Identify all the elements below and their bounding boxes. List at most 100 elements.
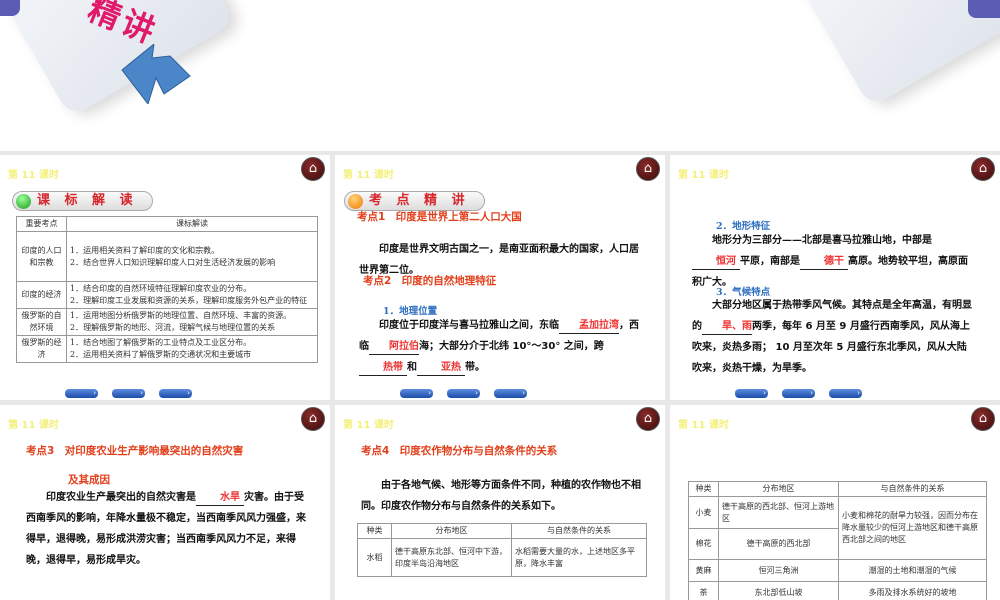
home-icon[interactable]: ⌂ [301,407,325,431]
detail-cell: 1．结合印度的自然环境特征理解印度农业的分布。 2．理解印度工业发展和资源的关系，… [66,281,318,309]
lesson-label: 第 11 课时 [678,170,729,181]
previous-slide-fragment: 精讲 [0,0,1000,151]
detail-item: 1．结合印度的自然环境特征理解印度农业的分布。 [70,284,252,293]
table-header: 种类 [688,481,719,497]
topic-cell: 俄罗斯的自然环境 [16,308,67,336]
relation-cell: 潮湿的土地和潮湿的气候 [838,559,987,582]
region-cell: 德干高原的西北部 [718,528,839,560]
key-point-4-heading: 考点4 印度农作物分布与自然条件的关系 [361,445,558,457]
topic-cell: 俄罗斯的经济 [16,335,67,363]
topic-cell: 印度的人口和宗教 [16,231,67,282]
detail-item: 2．理解印度工业发展和资源的关系，理解印度服务外包产业的特征 [70,296,308,305]
lesson-label: 第 11 课时 [678,420,729,431]
detail-item: 1．结合地图了解俄罗斯的工业特点及工业区分布。 [70,338,252,347]
detail-item: 1．运用地图分析俄罗斯的地理位置、自然环境、丰富的资源。 [70,311,292,320]
nav-button[interactable]: › [494,389,527,398]
back-arrow-icon[interactable] [120,42,192,106]
detail-item: 2．理解俄罗斯的地形、河流，理解气候与地理位置的关系 [70,323,276,332]
nav-button[interactable]: › [65,389,98,398]
crop-table: 种类 分布地区 与自然条件的关系 水稻 德干高原东北部、恒河中下游，印度半岛沿海地区水… [357,523,647,577]
crop-table: 种类 分布地区 与自然条件的关系 小麦 德干高原的西北部、恒河上游地区 小麦和棉花的耐旱… [688,481,987,600]
slide-4[interactable]: 第 11 课时 ⌂ 考点3 对印度农业生产影响最突出的自然灾害 及其成因 印度农… [0,405,330,600]
paragraph: 大部分地区属于热带季风气候。其特点是全年高温，有明显的 旱、雨两季，每年 6 月至… [692,295,974,379]
nav-button[interactable]: › [735,389,768,398]
section-badge: 课 标 解 读 [12,191,153,211]
text: 灾害。由于受西南季风的影响，年降水量极不稳定，当西南季风风力强盛，来得早，退得晚… [26,492,306,566]
answer-blank: 旱、雨 [702,320,752,335]
key-point-1-heading: 考点1 印度是世界上第二人口大国 [357,211,522,223]
lesson-label: 第 11 课时 [8,420,59,431]
region-cell: 德干高原的西北部、恒河上游地区 [718,496,839,529]
slide-1[interactable]: 第 11 课时 ⌂ 课 标 解 读 重要考点 课标解读 印度的人口和宗教 1．运用相… [0,155,330,400]
slide-nav: › › › [735,389,862,398]
paragraph: 印度位于印度洋与喜马拉雅山之间，东临 孟加拉湾，西临 阿拉伯海；大部分介于北纬 10… [359,315,641,378]
nav-button[interactable]: › [159,389,192,398]
key-point-3-heading-cont: 及其成因 [68,474,110,486]
badge-label: 课 标 解 读 [37,193,138,208]
orange-dot-icon [348,194,363,209]
table-header: 分布地区 [391,523,512,539]
nav-button[interactable]: › [400,389,433,398]
crop-cell: 茶 [688,581,719,600]
table-row: 俄罗斯的自然环境 1．运用地图分析俄罗斯的地理位置、自然环境、丰富的资源。 2．理解… [16,308,318,336]
answer-blank: 德干 [800,255,848,270]
detail-item: 1．运用相关资料了解印度的文化和宗教。 [70,245,220,255]
nav-button[interactable]: › [447,389,480,398]
crop-cell: 小麦 [688,496,719,529]
table-row: 黄麻 恒河三角洲 潮湿的土地和潮湿的气候 [688,559,987,582]
home-icon[interactable]: ⌂ [636,157,660,181]
slide-nav: › › › [400,389,527,398]
table-row: 水稻 德干高原东北部、恒河中下游，印度半岛沿海地区 水稻需要大量的水，上述地区多平原… [357,538,647,577]
paragraph: 由于各地气候、地形等方面条件不同，种植的农作物也不相同。印度农作物分布与自然条件… [361,480,641,512]
table-header: 课标解读 [66,216,318,232]
nav-button[interactable]: › [112,389,145,398]
curriculum-table: 重要考点 课标解读 印度的人口和宗教 1．运用相关资料了解印度的文化和宗教。 2．结合… [16,216,318,363]
detail-item: 2．结合世界人口知识理解印度人口对生活经济发展的影响 [70,257,276,267]
topic-cell: 印度的经济 [16,281,67,309]
slide-6[interactable]: 第 11 课时 ⌂ 种类 分布地区 与自然条件的关系 小麦 德干高原的西北部、恒河上游… [670,405,1000,600]
lesson-label: 第 11 课时 [8,170,59,181]
relation-cell: 多雨及排水系统好的坡地 [838,581,987,600]
green-dot-icon [16,194,31,209]
lesson-label: 第 11 课时 [343,170,394,181]
crop-cell: 棉花 [688,528,719,560]
nav-button[interactable]: › [782,389,815,398]
home-icon[interactable]: ⌂ [971,407,995,431]
region-cell: 德干高原东北部、恒河中下游，印度半岛沿海地区 [391,538,512,577]
home-icon[interactable]: ⌂ [971,157,995,181]
text: 平原，南部是 [740,256,800,267]
text: 地形分为三部分——北部是喜马拉雅山地，中部是 [712,235,932,246]
table-row: 茶东北部低山坡 多雨及排水系统好的坡地 [688,581,987,600]
region-cell: 东北部低山坡 [718,581,839,600]
region-cell: 恒河三角洲 [718,559,839,582]
nav-button[interactable]: › [829,389,862,398]
crop-cell: 黄麻 [688,559,719,582]
table-row: 印度的人口和宗教 1．运用相关资料了解印度的文化和宗教。 2．结合世界人口知识理解印… [16,231,318,282]
text: 印度位于印度洋与喜马拉雅山之间，东临 [379,320,559,331]
slide-3[interactable]: 第 11 课时 ⌂ 2．地形特征 地形分为三部分——北部是喜马拉雅山地，中部是恒… [670,155,1000,400]
text: 海；大部分介于北纬 10°～30° 之间，跨 [419,341,604,352]
answer-blank: 阿拉伯 [369,340,419,355]
lesson-label: 第 11 课时 [343,420,394,431]
answer-blank: 孟加拉湾 [559,319,619,334]
slide-5[interactable]: 第 11 课时 ⌂ 考点4 印度农作物分布与自然条件的关系 由于各地气候、地形等… [335,405,665,600]
table-row: 印度的经济 1．结合印度的自然环境特征理解印度农业的分布。 2．理解印度工业发展和资… [16,281,318,309]
purple-tab [968,0,1000,18]
slide-nav: › › › [65,389,192,398]
slide-2[interactable]: 第 11 课时 ⌂ 考 点 精 讲 考点1 印度是世界上第二人口大国 印度是世界… [335,155,665,400]
table-header: 种类 [357,523,392,539]
badge-label: 考 点 精 讲 [369,193,470,208]
detail-cell: 1．运用地图分析俄罗斯的地理位置、自然环境、丰富的资源。 2．理解俄罗斯的地形、河… [66,308,318,336]
answer-blank: 恒河 [692,255,740,270]
home-icon[interactable]: ⌂ [301,157,325,181]
home-icon[interactable]: ⌂ [636,407,660,431]
text: 带。 [465,362,485,373]
paragraph: 印度农业生产最突出的自然灾害是 水旱 灾害。由于受西南季风的影响，年降水量极不稳定，… [26,487,306,571]
relation-cell: 水稻需要大量的水，上述地区多平原，降水丰富 [511,538,647,577]
title-card-right [795,0,1000,108]
answer-blank: 亚热 [417,361,465,376]
table-row: 小麦 德干高原的西北部、恒河上游地区 小麦和棉花的耐旱力较强，因而分布在降水量较少的… [688,496,987,560]
answer-blank: 热带 [359,361,407,376]
table-header: 分布地区 [718,481,839,497]
detail-cell: 1．结合地图了解俄罗斯的工业特点及工业区分布。 2．运用相关资料了解俄罗斯的交通状… [66,335,318,363]
